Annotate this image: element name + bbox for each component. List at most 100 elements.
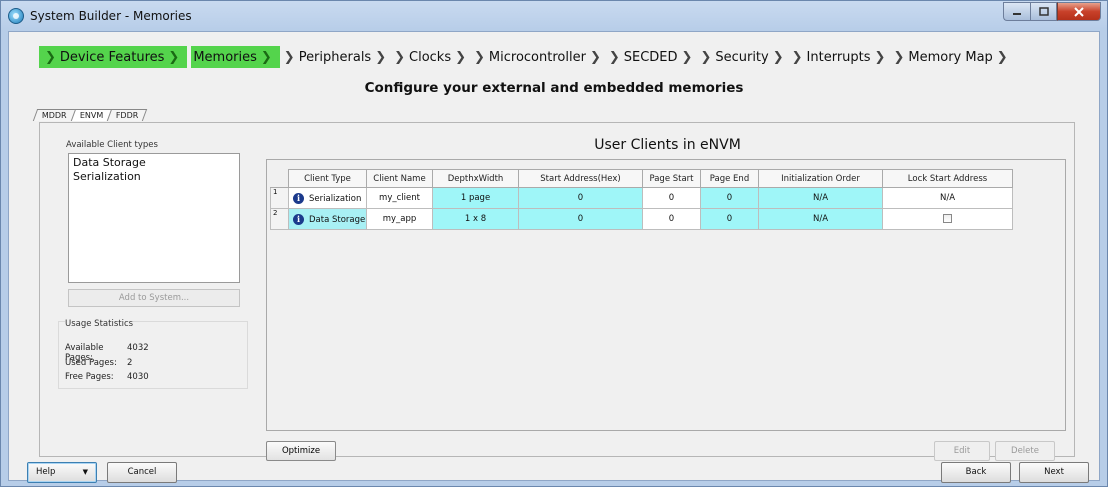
tab-label: MDDR [41, 111, 67, 120]
chevron-right-icon: ❯ [589, 49, 601, 65]
cancel-button[interactable]: Cancel [107, 462, 177, 483]
step-interrupts[interactable]: ❯ Interrupts ❯ [788, 46, 890, 68]
edit-button[interactable]: Edit [934, 441, 990, 461]
title-bar: System Builder - Memories [1, 1, 1107, 31]
dropdown-arrow-icon: ▼ [82, 468, 88, 476]
step-label: Clocks [409, 49, 452, 65]
free-pages-value: 4030 [127, 372, 149, 382]
minimize-icon [1013, 12, 1021, 15]
tab-mddr[interactable]: MDDR [32, 109, 76, 121]
available-client-types-label: Available Client types [66, 140, 158, 150]
column-header-client-type[interactable]: Client Type [288, 169, 367, 188]
tab-envm[interactable]: ENVM [70, 109, 113, 121]
chevron-right-icon: ❯ [168, 49, 180, 65]
step-memories[interactable]: Memories ❯ [191, 46, 280, 68]
step-label: Peripherals [298, 49, 372, 65]
column-header-client-name[interactable]: Client Name [366, 169, 433, 188]
chevron-right-icon: ❯ [455, 49, 467, 65]
cell-initialization-order[interactable]: N/A [758, 208, 883, 230]
cell-client-name[interactable]: my_client [366, 187, 433, 209]
cell-depth-width[interactable]: 1 page [432, 187, 519, 209]
chevron-right-icon: ❯ [394, 49, 406, 65]
window-controls [1003, 2, 1101, 21]
back-button[interactable]: Back [941, 462, 1011, 483]
optimize-button[interactable]: Optimize [266, 441, 336, 461]
step-peripherals[interactable]: ❯ Peripherals ❯ [280, 46, 390, 68]
cell-page-end[interactable]: 0 [700, 208, 759, 230]
step-device-features[interactable]: ❯ Device Features ❯ [39, 46, 188, 68]
cell-client-name[interactable]: my_app [366, 208, 433, 230]
envm-panel: Available Client types Data Storage Seri… [39, 122, 1075, 461]
step-label: Memories [193, 49, 257, 65]
column-header-initialization-order[interactable]: Initialization Order [758, 169, 883, 188]
cell-depth-width[interactable]: 1 x 8 [432, 208, 519, 230]
tab-fddr[interactable]: FDDR [107, 109, 148, 121]
chevron-right-icon: ❯ [791, 49, 803, 65]
client-type-text: Serialization [309, 193, 362, 204]
table-header-row: Client Type Client Name DepthxWidth Star… [270, 169, 1013, 188]
minimize-button[interactable] [1003, 2, 1030, 21]
chevron-right-icon: ❯ [996, 49, 1008, 65]
cell-lock-start-address[interactable]: N/A [882, 187, 1013, 209]
cell-page-end[interactable]: 0 [700, 187, 759, 209]
used-pages-row: Used Pages: 2 [65, 358, 132, 368]
row-number[interactable]: 1 [270, 187, 289, 209]
step-label: Microcontroller [488, 49, 586, 65]
tab-label: ENVM [79, 111, 104, 120]
column-header-page-start[interactable]: Page Start [642, 169, 701, 188]
help-button[interactable]: Help ▼ [27, 462, 97, 483]
chevron-right-icon: ❯ [681, 49, 693, 65]
user-clients-grid-area: Client Type Client Name DepthxWidth Star… [266, 159, 1066, 431]
step-microcontroller[interactable]: ❯ Microcontroller ❯ [470, 46, 605, 68]
maximize-button[interactable] [1030, 2, 1057, 21]
step-clocks[interactable]: ❯ Clocks ❯ [390, 46, 470, 68]
column-header-lock-start-address[interactable]: Lock Start Address [882, 169, 1013, 188]
delete-button[interactable]: Delete [995, 441, 1055, 461]
chevron-right-icon: ❯ [283, 49, 295, 65]
column-header-start-address[interactable]: Start Address(Hex) [518, 169, 643, 188]
app-window: System Builder - Memories ❯ Device Featur… [0, 0, 1108, 487]
info-icon[interactable]: i [293, 192, 304, 204]
used-pages-value: 2 [127, 358, 133, 368]
cell-lock-start-address[interactable] [882, 208, 1013, 230]
cell-client-type[interactable]: i Data Storage [288, 208, 367, 230]
cell-start-address[interactable]: 0 [518, 187, 643, 209]
chevron-right-icon: ❯ [772, 49, 784, 65]
step-label: SECDED [623, 49, 678, 65]
next-button[interactable]: Next [1019, 462, 1089, 483]
cell-client-type[interactable]: i Serialization [288, 187, 367, 209]
chevron-right-icon: ❯ [893, 49, 905, 65]
row-number[interactable]: 2 [270, 208, 289, 230]
free-pages-row: Free Pages: 4030 [65, 372, 149, 382]
cell-start-address[interactable]: 0 [518, 208, 643, 230]
step-label: Memory Map [908, 49, 993, 65]
step-security[interactable]: ❯ Security ❯ [696, 46, 787, 68]
step-memory-map[interactable]: ❯ Memory Map ❯ [889, 46, 1011, 68]
system-builder-app-icon [8, 8, 24, 24]
step-label: Interrupts [806, 49, 871, 65]
client-types-list[interactable]: Data Storage Serialization [68, 153, 240, 283]
add-to-system-button[interactable]: Add to System... [68, 289, 240, 307]
cell-page-start[interactable]: 0 [642, 208, 701, 230]
memory-tabs: MDDR ENVM FDDR [32, 109, 148, 121]
window-title: System Builder - Memories [30, 9, 192, 23]
help-button-label: Help [36, 467, 56, 477]
column-header-page-end[interactable]: Page End [700, 169, 759, 188]
close-icon [1074, 6, 1084, 17]
chevron-right-icon: ❯ [260, 49, 272, 65]
close-button[interactable] [1057, 2, 1101, 21]
step-secded[interactable]: ❯ SECDED ❯ [605, 46, 697, 68]
table-row[interactable]: 2 i Data Storage my_app 1 x 8 0 0 0 N/A [270, 208, 1013, 230]
client-type-item-data-storage[interactable]: Data Storage [73, 156, 235, 170]
lock-start-address-checkbox[interactable] [943, 214, 952, 223]
wizard-steps: ❯ Device Features ❯ Memories ❯ ❯ Peripherals… [39, 46, 1012, 68]
info-icon[interactable]: i [293, 213, 304, 225]
table-corner [270, 169, 289, 188]
cell-initialization-order[interactable]: N/A [758, 187, 883, 209]
client-type-item-serialization[interactable]: Serialization [73, 170, 235, 184]
used-pages-label: Used Pages: [65, 358, 117, 368]
table-row[interactable]: 1 i Serialization my_client 1 page 0 0 0 … [270, 187, 1013, 209]
user-clients-title: User Clients in eNVM [594, 137, 741, 153]
column-header-depth-width[interactable]: DepthxWidth [432, 169, 519, 188]
cell-page-start[interactable]: 0 [642, 187, 701, 209]
